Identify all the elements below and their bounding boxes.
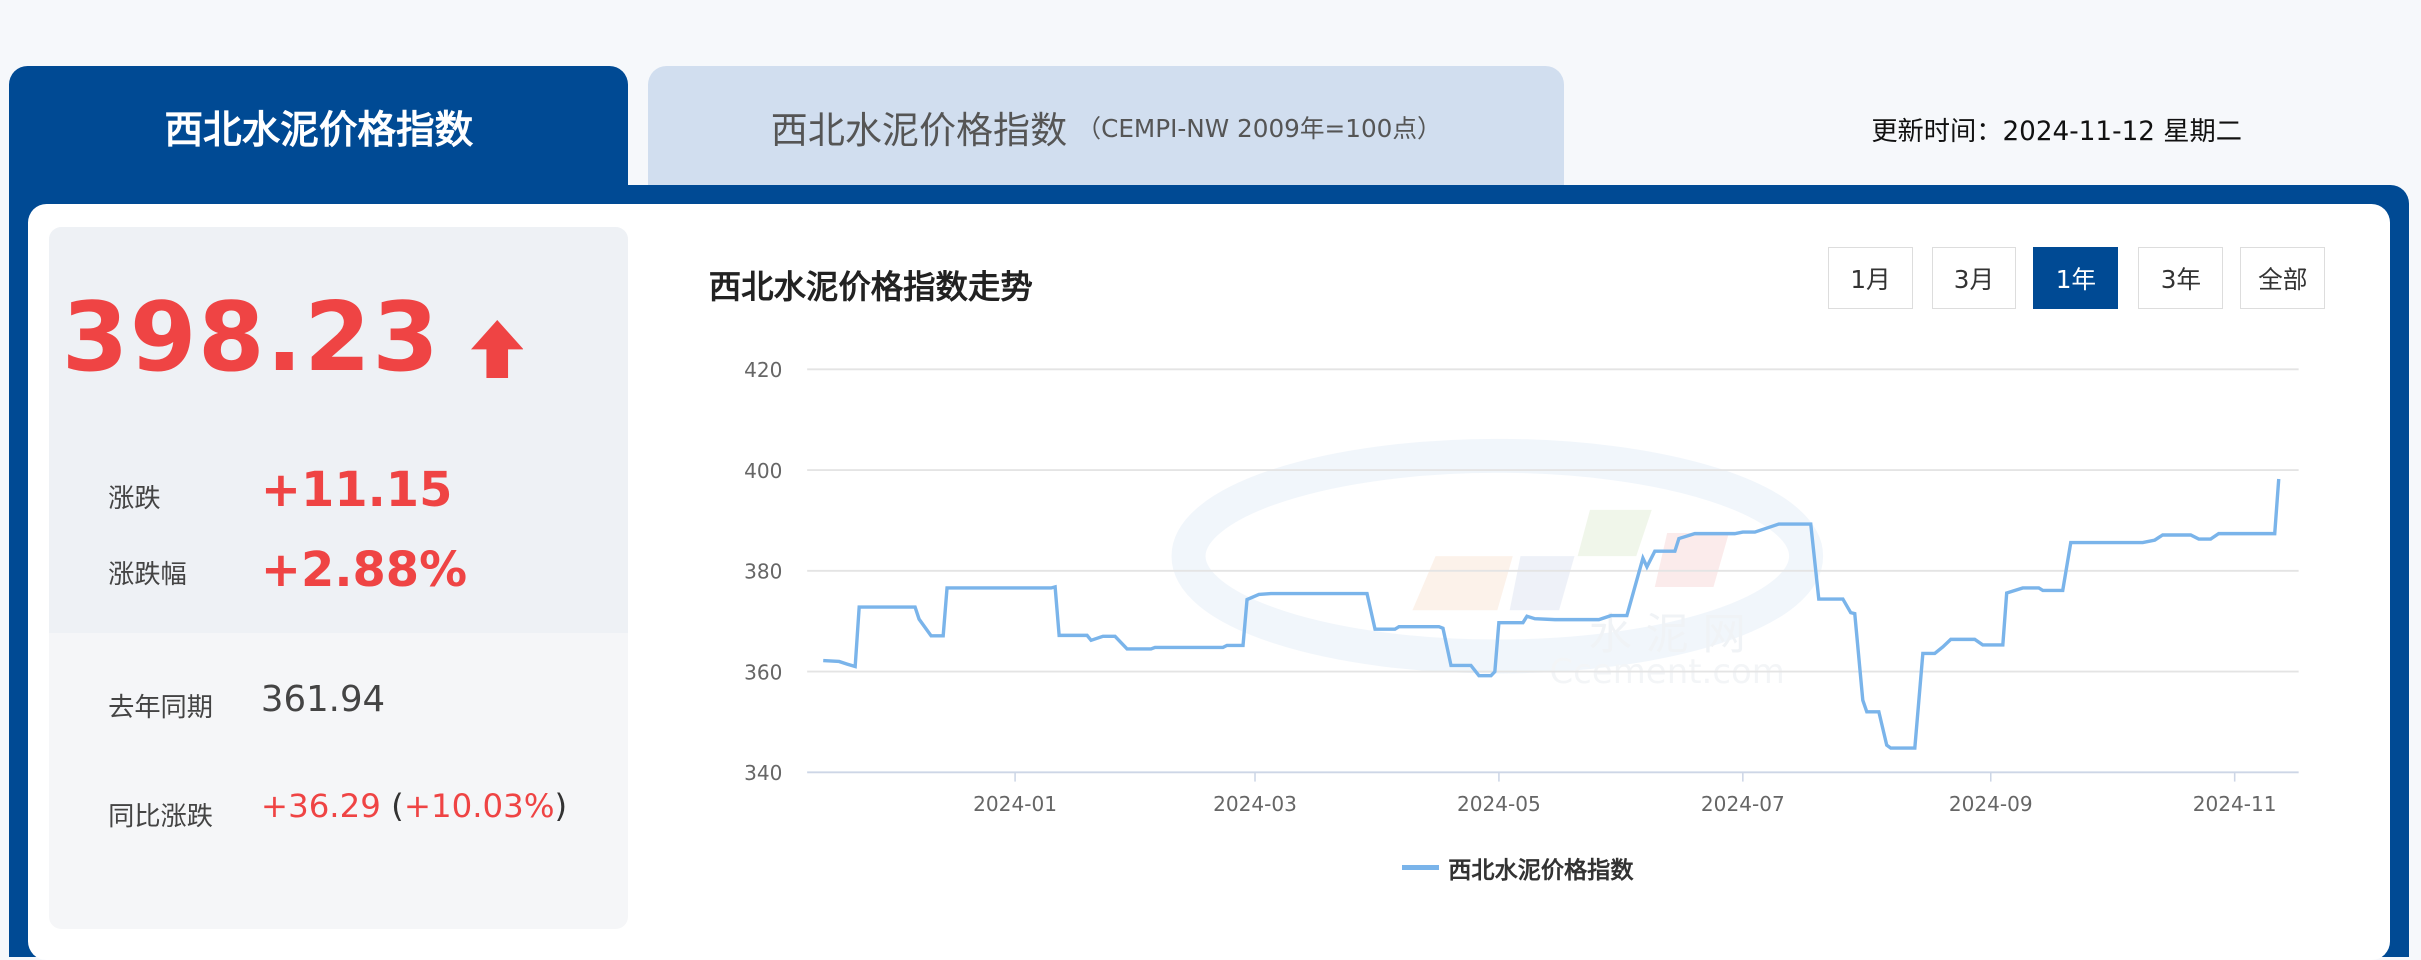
range-3m-button[interactable]: 3月 xyxy=(1931,247,2017,309)
x-tick-label: 2024-05 xyxy=(1457,792,1541,816)
x-tick-label: 2024-09 xyxy=(1949,792,2033,816)
pct-label: 涨跌幅 xyxy=(108,559,187,590)
tab-sublabel: （CEMPI-NW 2009年=100点） xyxy=(1076,113,1442,143)
range-1m-button[interactable]: 1月 xyxy=(1828,247,1913,309)
x-tick-label: 2024-01 xyxy=(974,792,1058,816)
update-time: 更新时间：2024-11-12 星期二 xyxy=(1871,116,2242,147)
x-tick-label: 2024-03 xyxy=(1213,792,1297,816)
y-tick-label: 400 xyxy=(745,458,783,482)
x-tick-label: 2024-07 xyxy=(1701,792,1785,816)
arrow-up-icon xyxy=(470,319,524,379)
tab-cempi-nw[interactable]: 西北水泥价格指数 （CEMPI-NW 2009年=100点） xyxy=(648,66,1565,187)
y-tick-label: 380 xyxy=(745,559,783,583)
yoy-label: 去年同期 xyxy=(108,692,214,723)
paren-close: ) xyxy=(554,787,568,826)
range-1y-button[interactable]: 1年 xyxy=(2033,247,2119,309)
yoy-change-label: 同比涨跌 xyxy=(108,802,214,833)
x-tick-label: 2024-11 xyxy=(2193,792,2277,816)
price-chart: 水 泥 网 Ccement.com 3403603804004202024-01… xyxy=(745,358,2300,816)
index-value: 398.23 xyxy=(61,281,441,393)
tab-label: 西北水泥价格指数 xyxy=(770,108,1068,152)
y-tick-label: 420 xyxy=(745,358,783,382)
series-line xyxy=(823,478,2281,750)
change-label: 涨跌 xyxy=(108,484,161,515)
chart-legend[interactable]: 西北水泥价格指数 xyxy=(1401,851,1634,885)
change-value: +11.15 xyxy=(260,463,453,519)
page: 西北水泥价格指数 西北水泥价格指数 （CEMPI-NW 2009年=100点） 更… xyxy=(0,0,2421,960)
legend-label: 西北水泥价格指数 xyxy=(1448,857,1634,884)
y-tick-label: 340 xyxy=(745,761,783,785)
paren-open: ( xyxy=(380,787,404,826)
yoy-change-value: +36.29 xyxy=(260,787,381,826)
tab-northwest-index[interactable]: 西北水泥价格指数 xyxy=(9,66,629,187)
yoy-value: 361.94 xyxy=(260,679,386,721)
range-3y-button[interactable]: 3年 xyxy=(2138,247,2224,309)
yoy-change-pct: +10.03% xyxy=(403,787,555,826)
y-tick-label: 360 xyxy=(745,660,783,684)
tab-label: 西北水泥价格指数 xyxy=(164,107,474,153)
pct-value: +2.88% xyxy=(260,543,468,599)
range-all-button[interactable]: 全部 xyxy=(2240,247,2326,309)
chart-title: 西北水泥价格指数走势 xyxy=(708,267,1033,306)
legend-swatch xyxy=(1401,865,1439,871)
yoy-change: +36.29 (+10.03%) xyxy=(261,787,567,825)
